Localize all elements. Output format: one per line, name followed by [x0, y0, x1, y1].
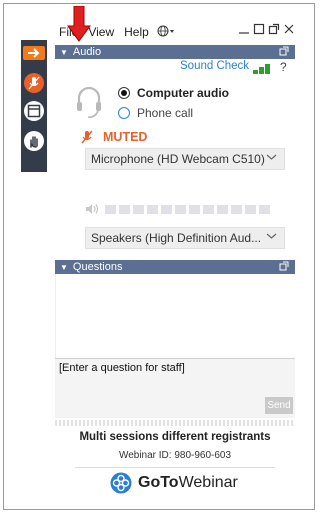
menu-help[interactable]: Help: [124, 25, 149, 39]
mute-status[interactable]: MUTED: [81, 130, 147, 144]
chevron-down-icon: [266, 153, 277, 164]
meter-segment: [133, 204, 144, 214]
resize-grip[interactable]: [55, 420, 295, 426]
logo-goto-text: GoTo: [138, 474, 179, 491]
collapse-arrow-button[interactable]: [23, 46, 45, 60]
question-input[interactable]: [Enter a question for staff] Send: [55, 358, 295, 418]
logo-webinar-text: Webinar: [178, 474, 238, 491]
questions-section-header[interactable]: ▼ Questions: [55, 260, 295, 274]
meter-segment: [119, 204, 130, 214]
webinar-panel: File View Help ▼ Audio Sound Check ? Com…: [55, 6, 295, 509]
microphone-value: Microphone (HD Webcam C510): [91, 152, 265, 166]
phone-call-option[interactable]: Phone call: [118, 106, 193, 120]
microphone-select[interactable]: Microphone (HD Webcam C510): [85, 148, 285, 170]
signal-strength-icon: [253, 64, 275, 74]
muted-mic-icon: [81, 130, 93, 144]
phone-call-label: Phone call: [137, 106, 194, 120]
red-pointer-arrow-icon: [67, 6, 91, 42]
meter-segment: [203, 204, 214, 214]
speaker-icon: [86, 204, 99, 214]
raise-hand-button[interactable]: [24, 131, 44, 151]
send-button[interactable]: Send: [265, 397, 293, 414]
divider: [75, 467, 275, 468]
menu-view[interactable]: View: [88, 25, 114, 39]
computer-audio-option[interactable]: Computer audio: [118, 86, 229, 100]
questions-section-title: Questions: [72, 261, 123, 273]
muted-label: MUTED: [103, 130, 148, 144]
mute-toggle-button[interactable]: [24, 73, 44, 93]
radio-unselected[interactable]: [118, 107, 130, 119]
meter-segment: [245, 204, 256, 214]
chevron-down-icon: [266, 232, 277, 243]
computer-audio-label: Computer audio: [137, 86, 229, 100]
menu-bar: File View Help: [55, 20, 295, 44]
popout-icon[interactable]: [279, 46, 289, 59]
minimize-icon[interactable]: [238, 23, 250, 38]
speakers-select[interactable]: Speakers (High Definition Aud...: [85, 227, 285, 249]
meter-segment: [189, 204, 200, 214]
collapse-triangle-icon: ▼: [60, 262, 68, 272]
session-title: Multi sessions different registrants: [79, 431, 271, 443]
gotowebinar-flower-icon: [110, 472, 132, 494]
meter-segment: [259, 204, 270, 214]
radio-selected[interactable]: [118, 87, 130, 99]
control-strip: [21, 40, 47, 172]
close-icon[interactable]: [283, 23, 295, 38]
question-input-placeholder: [Enter a question for staff]: [59, 362, 185, 374]
screen-icon: [27, 104, 41, 118]
raise-hand-icon: [30, 136, 38, 148]
speakers-value: Speakers (High Definition Aud...: [91, 231, 262, 245]
muted-mic-icon: [28, 76, 40, 90]
meter-segment: [231, 204, 242, 214]
meter-segment: [217, 204, 228, 214]
sound-check-link[interactable]: Sound Check: [180, 60, 249, 72]
meter-segment: [105, 204, 116, 214]
collapse-triangle-icon: ▼: [60, 47, 68, 57]
meter-segment: [161, 204, 172, 214]
screen-view-button[interactable]: [24, 101, 44, 121]
language-globe-icon[interactable]: [157, 25, 175, 40]
audio-section-title: Audio: [72, 46, 102, 58]
audio-help-button[interactable]: ?: [280, 60, 287, 74]
restore-icon[interactable]: [253, 23, 265, 38]
webinar-id: Webinar ID: 980-960-603: [118, 450, 232, 461]
gotowebinar-logo: GoTo Webinar: [110, 472, 238, 494]
headset-icon: [77, 86, 101, 118]
meter-segment: [147, 204, 158, 214]
popout-icon[interactable]: [279, 261, 289, 274]
arrow-right-icon: [28, 48, 40, 58]
audio-section-header[interactable]: ▼ Audio: [55, 45, 295, 59]
questions-log: [55, 274, 295, 358]
meter-segment: [175, 204, 186, 214]
popout-icon[interactable]: [268, 23, 280, 38]
window-controls: [238, 23, 295, 38]
speaker-level-meter: [85, 203, 273, 215]
